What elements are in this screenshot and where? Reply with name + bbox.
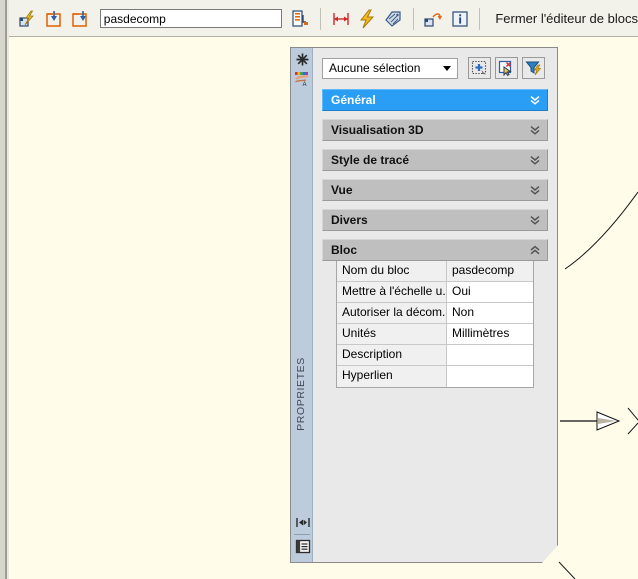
toolbar-separator	[320, 7, 322, 30]
info-icon	[452, 10, 468, 27]
pickadd-icon	[471, 60, 487, 75]
action-button[interactable]	[355, 7, 378, 31]
update-parameter-icon	[424, 12, 443, 27]
category-bar-style-de-trac[interactable]: Style de tracé	[322, 149, 548, 171]
property-name: Description	[337, 345, 447, 365]
chevron-down-icon	[443, 65, 451, 71]
category-bar-bloc[interactable]: Bloc	[322, 239, 548, 261]
auto-hide-icon[interactable]	[293, 513, 313, 531]
block-properties-grid: Nom du bloc pasdecomp Mettre à l'échelle u…	[336, 261, 534, 388]
property-value: pasdecomp	[447, 261, 533, 281]
select-objects-icon	[498, 60, 512, 76]
chevron-double-down-icon[interactable]	[529, 214, 541, 226]
properties-palette: A PROPRIETES Aucune sélection Général Vi…	[290, 47, 558, 563]
category-label: Divers	[331, 213, 368, 227]
property-value[interactable]: Millimètres	[447, 324, 533, 344]
property-row[interactable]: Hyperlien	[337, 366, 533, 387]
quick-select-button[interactable]	[522, 57, 545, 79]
panel-corner-line	[558, 561, 576, 579]
chevron-double-down-icon[interactable]	[529, 154, 541, 166]
arc-curve	[564, 191, 638, 270]
property-row[interactable]: Unités Millimètres	[337, 324, 533, 345]
auto-hide-glyph	[296, 517, 310, 527]
save-block-as-arrow-icon	[72, 10, 87, 27]
block-edit-lightning-icon	[19, 10, 34, 27]
close-block-editor-button[interactable]: Fermer l'éditeur de blocs	[488, 11, 638, 26]
define-attribute-button[interactable]	[382, 7, 405, 31]
toolbar-separator	[412, 7, 414, 30]
category-label: Visualisation 3D	[331, 123, 424, 137]
block-information-button[interactable]	[448, 7, 471, 31]
update-parameter-visibility-button[interactable]	[422, 7, 445, 31]
chevron-double-down-icon	[530, 216, 540, 225]
toolbar-separator	[479, 7, 481, 30]
category-bar-g-n-ral[interactable]: Général	[322, 89, 548, 111]
property-row[interactable]: Nom du bloc pasdecomp	[337, 261, 533, 282]
category-label: Bloc	[331, 243, 358, 257]
quick-select-funnel-icon	[525, 61, 542, 76]
selection-combobox-value: Aucune sélection	[329, 61, 421, 75]
chevron-double-down-icon	[530, 186, 540, 195]
property-row[interactable]: Mettre à l'échelle u... Oui	[337, 282, 533, 303]
save-block-down-arrow-icon	[46, 10, 61, 27]
chevron-double-down-icon[interactable]	[529, 94, 541, 106]
save-block-as-button[interactable]	[69, 7, 92, 31]
quick-properties-glyph: A	[295, 72, 309, 87]
chevron-double-down-icon	[530, 126, 540, 135]
palette-strip-bottom	[292, 511, 312, 558]
edit-block-definition-button[interactable]	[16, 7, 39, 31]
action-lightning-icon	[359, 9, 375, 28]
block-editor-toolbar: Fermer l'éditeur de blocs	[9, 0, 638, 37]
chevron-double-down-icon	[530, 156, 540, 165]
partial-cross-mark	[627, 407, 638, 435]
property-name: Autoriser la décom...	[337, 303, 447, 323]
property-value[interactable]: Non	[447, 303, 533, 323]
authoring-palette-icon	[292, 9, 309, 27]
property-row[interactable]: Description	[337, 345, 533, 366]
chevron-double-up-icon[interactable]	[529, 244, 541, 256]
select-objects-button[interactable]	[495, 57, 518, 79]
attribute-tag-icon	[385, 10, 401, 27]
property-name: Nom du bloc	[337, 261, 447, 281]
toggle-pickadd-button[interactable]	[468, 57, 491, 79]
palette-title-strip: A PROPRIETES	[291, 48, 313, 562]
property-name: Hyperlien	[337, 366, 447, 387]
chevron-double-down-icon	[530, 96, 540, 105]
svg-text:A: A	[303, 82, 307, 87]
selection-combobox[interactable]: Aucune sélection	[322, 57, 458, 79]
palette-menu-icon[interactable]	[293, 537, 313, 555]
category-label: Général	[331, 93, 376, 107]
category-bar-visualisation-3d[interactable]: Visualisation 3D	[322, 119, 548, 141]
category-bar-vue[interactable]: Vue	[322, 179, 548, 201]
palette-body: Aucune sélection Général Visualisation 3…	[313, 48, 557, 562]
chevron-double-down-icon[interactable]	[529, 184, 541, 196]
chevron-double-down-icon[interactable]	[529, 124, 541, 136]
parameter-button[interactable]	[329, 7, 352, 31]
property-categories: Général Visualisation 3D Style de tracé Vue…	[322, 89, 548, 388]
close-palette-icon[interactable]	[292, 50, 312, 68]
save-block-definition-button[interactable]	[42, 7, 65, 31]
property-value[interactable]: Oui	[447, 282, 533, 302]
category-label: Vue	[331, 183, 353, 197]
block-name-input[interactable]	[99, 9, 282, 28]
property-row[interactable]: Autoriser la décom... Non	[337, 303, 533, 324]
palette-menu-glyph	[295, 539, 311, 553]
chevron-double-up-icon	[530, 245, 540, 255]
quick-properties-icon[interactable]: A	[292, 70, 312, 88]
category-label: Style de tracé	[331, 153, 410, 167]
property-name: Mettre à l'échelle u...	[337, 282, 447, 302]
selection-row: Aucune sélection	[322, 57, 548, 79]
property-value[interactable]	[447, 345, 533, 365]
property-value[interactable]	[447, 366, 533, 387]
strip-divider	[294, 534, 310, 535]
parameter-distance-icon	[332, 12, 349, 25]
category-bar-divers[interactable]: Divers	[322, 209, 548, 231]
window-edge-inner	[7, 0, 9, 579]
palette-title: PROPRIETES	[295, 357, 307, 431]
property-name: Unités	[337, 324, 447, 344]
authoring-palettes-button[interactable]	[289, 7, 312, 31]
close-palette-glyph	[296, 53, 308, 65]
